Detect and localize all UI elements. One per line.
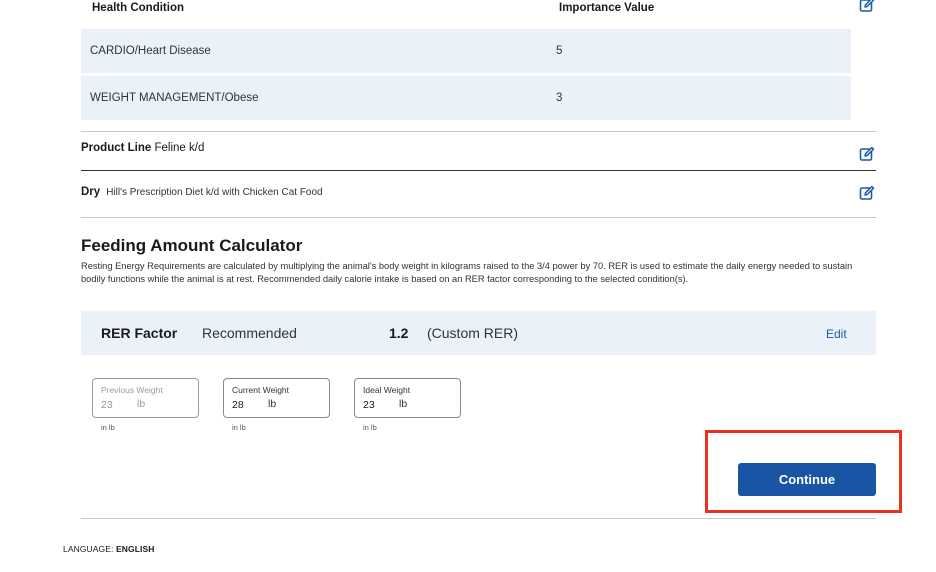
current-weight-field[interactable]: Current Weight 28 lb — [223, 378, 330, 418]
rer-factor-value: 1.2 — [389, 325, 409, 341]
continue-button[interactable]: Continue — [738, 463, 876, 496]
field-value: 23 — [363, 399, 375, 411]
field-unit: lb — [268, 398, 277, 410]
field-unit: lb — [137, 398, 146, 410]
importance-value: 3 — [556, 92, 563, 104]
edit-rer-link[interactable]: Edit — [826, 311, 847, 357]
edit-icon[interactable] — [859, 0, 875, 13]
field-hint: in lb — [363, 423, 377, 432]
field-label: Ideal Weight — [363, 385, 411, 395]
rer-factor-label: RER Factor — [101, 325, 178, 341]
importance-value-header: Importance Value — [559, 2, 655, 14]
field-unit: lb — [399, 398, 408, 410]
divider — [81, 170, 876, 171]
language-label: LANGUAGE: — [63, 544, 114, 554]
edit-icon[interactable] — [859, 146, 875, 162]
field-value: 23 — [101, 399, 113, 411]
field-label: Previous Weight — [101, 385, 163, 395]
field-hint: in lb — [232, 423, 246, 432]
calculator-title: Feeding Amount Calculator — [81, 236, 303, 255]
ideal-weight-field[interactable]: Ideal Weight 23 lb — [354, 378, 461, 418]
health-condition-header: Health Condition — [92, 2, 184, 14]
language-selector[interactable]: LANGUAGE: ENGLISH — [63, 544, 154, 554]
product-type: Dry Hill's Prescription Diet k/d with Chi… — [81, 186, 323, 198]
condition-name: CARDIO/Heart Disease — [90, 45, 211, 57]
field-label: Current Weight — [232, 385, 290, 395]
table-row: WEIGHT MANAGEMENT/Obese 3 — [81, 76, 851, 120]
field-value: 28 — [232, 399, 244, 411]
rer-note: (Custom RER) — [427, 325, 519, 341]
language-value: ENGLISH — [115, 544, 155, 554]
divider — [81, 131, 876, 132]
field-hint: in lb — [101, 423, 115, 432]
product-name: Hill's Prescription Diet k/d with Chicke… — [106, 187, 323, 198]
condition-name: WEIGHT MANAGEMENT/Obese — [90, 92, 259, 104]
product-line-label: Product Line — [81, 142, 152, 154]
recommended-label: Recommended — [202, 325, 297, 341]
product-line: Product Line Feline k/d — [81, 142, 204, 154]
product-line-value: Feline k/d — [154, 142, 205, 154]
table-row: CARDIO/Heart Disease 5 — [81, 29, 851, 73]
previous-weight-field[interactable]: Previous Weight 23 lb — [92, 378, 199, 418]
rer-factor-panel: RER Factor Recommended 1.2 (Custom RER) … — [81, 311, 876, 355]
product-type-label: Dry — [81, 186, 101, 198]
divider — [81, 217, 876, 218]
divider — [81, 518, 876, 519]
importance-value: 5 — [556, 45, 563, 57]
edit-icon[interactable] — [859, 185, 875, 201]
calculator-description: Resting Energy Requirements are calculat… — [81, 261, 853, 284]
